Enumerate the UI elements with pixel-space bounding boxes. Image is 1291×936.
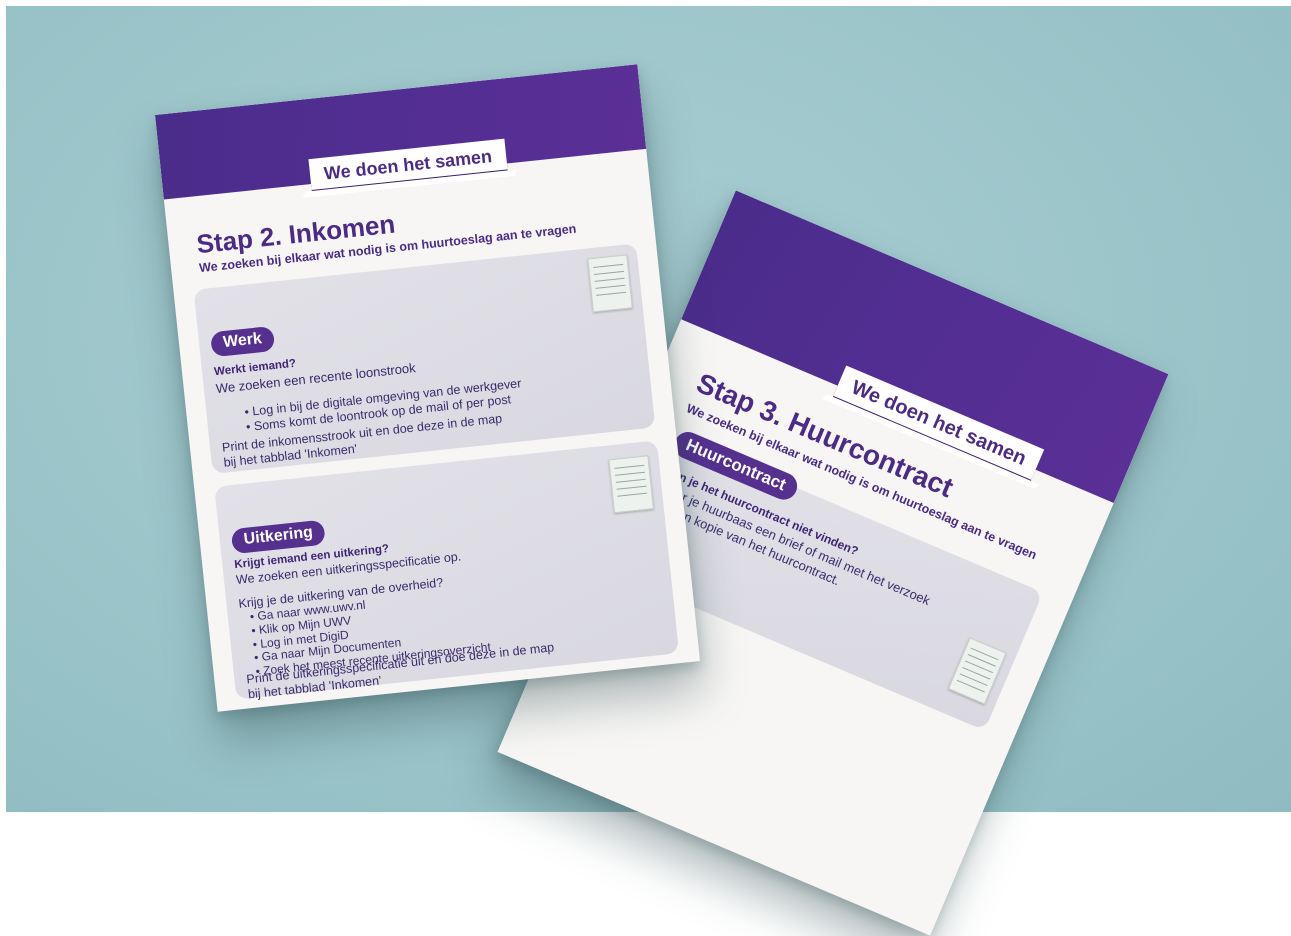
document-thumbnail bbox=[947, 637, 1007, 705]
section-pill: Uitkering bbox=[230, 519, 327, 555]
flyer-stap-2-inkomen: We doen het samen Stap 2. Inkomen We zoe… bbox=[154, 64, 701, 712]
uitkering-card: Uitkering Krijgt iemand een uitkering? W… bbox=[214, 440, 680, 701]
werk-card: Werk Werkt iemand? We zoeken een recente… bbox=[193, 243, 656, 474]
document-thumbnail bbox=[608, 455, 654, 514]
document-thumbnail bbox=[587, 254, 633, 313]
section-pill: Werk bbox=[209, 325, 276, 358]
